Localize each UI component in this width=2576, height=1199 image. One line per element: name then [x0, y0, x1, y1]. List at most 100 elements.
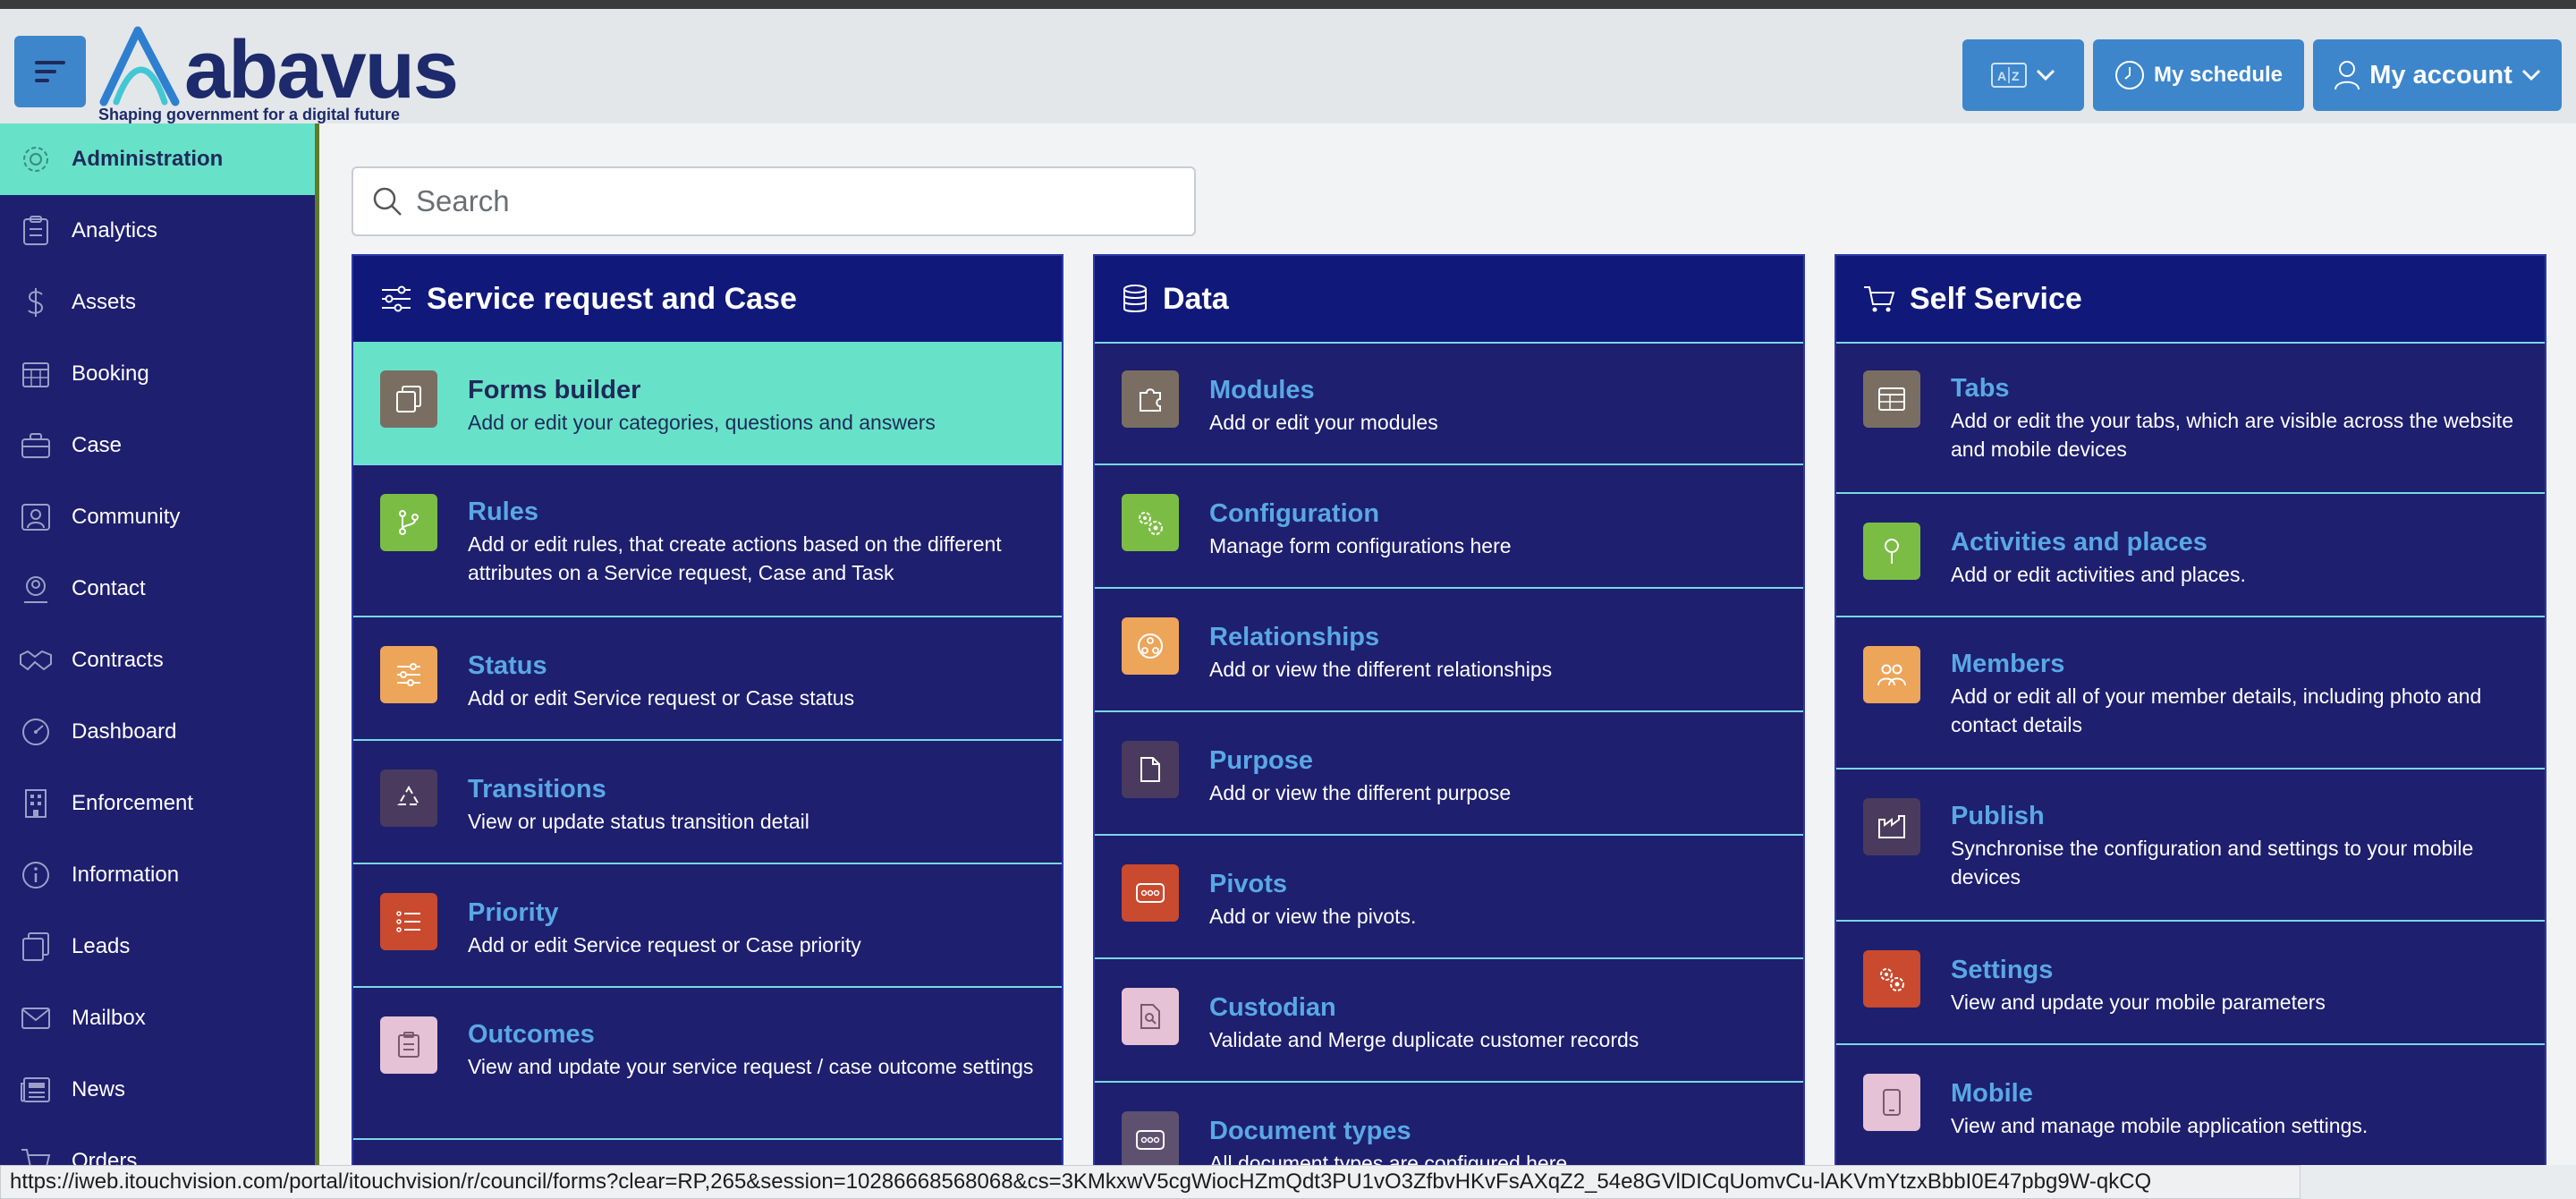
sidebar-item-leads[interactable]: Leads	[0, 911, 315, 982]
link-status-bar: https://iweb.itouchvision.com/portal/ito…	[0, 1165, 2301, 1199]
sidebar-item-contracts[interactable]: Contracts	[0, 625, 315, 696]
newspaper-icon	[18, 1072, 54, 1108]
app-header: abavus Shaping government for a digital …	[0, 9, 2576, 123]
copy-icon	[380, 370, 437, 428]
menu-card-tabs[interactable]: Tabs Add or edit the your tabs, which ar…	[1836, 342, 2545, 494]
search-icon	[371, 185, 403, 217]
menu-card-members[interactable]: Members Add or edit all of your member d…	[1836, 617, 2545, 770]
my-schedule-label: My schedule	[2153, 63, 2284, 87]
translate-icon: A Z	[1991, 63, 2027, 88]
language-button[interactable]: A Z	[1962, 39, 2084, 111]
menu-card-modules[interactable]: Modules Add or edit your modules	[1095, 342, 1803, 465]
menu-card-priority[interactable]: Priority Add or edit Service request or …	[353, 864, 1062, 988]
panel-header: Data	[1095, 256, 1803, 344]
card-description: View and update your service request / c…	[468, 1055, 1034, 1078]
my-schedule-button[interactable]: My schedule	[2093, 39, 2304, 111]
sidebar-item-mailbox[interactable]: Mailbox	[0, 982, 315, 1054]
cart-icon	[1863, 285, 1895, 313]
sidebar-item-label: Leads	[72, 934, 131, 958]
sidebar-item-information[interactable]: Information	[0, 839, 315, 911]
panel-title: Data	[1163, 281, 1229, 316]
mobile-icon	[1863, 1074, 1920, 1131]
recycle-icon	[380, 770, 437, 827]
copy-icon	[18, 929, 54, 965]
sidebar-item-contact[interactable]: Contact	[0, 553, 315, 625]
card-title: Transitions	[468, 775, 606, 804]
sidebar-item-label: Contact	[72, 576, 146, 600]
table-icon	[1863, 370, 1920, 428]
sidebar-item-case[interactable]: Case	[0, 410, 315, 481]
gear-icon	[18, 141, 54, 177]
file-icon	[1122, 741, 1179, 798]
panel-title: Service request and Case	[427, 281, 797, 316]
sidebar-item-label: Analytics	[72, 218, 158, 242]
my-account-button[interactable]: My account	[2313, 39, 2562, 111]
dots-icon	[1122, 1111, 1179, 1165]
sidebar-item-label: Case	[72, 433, 123, 457]
dashboard-icon	[18, 714, 54, 750]
menu-card-pivots[interactable]: Pivots Add or view the pivots.	[1095, 836, 1803, 959]
briefcase-icon	[18, 428, 54, 463]
card-description: Validate and Merge duplicate customer re…	[1209, 1028, 1640, 1051]
menu-card-transitions[interactable]: Transitions View or update status transi…	[353, 741, 1062, 864]
chevron-down-icon	[2036, 69, 2055, 81]
sidebar-item-assets[interactable]: Assets	[0, 267, 315, 338]
sidebar-item-label: Enforcement	[72, 791, 194, 815]
menu-card-configuration[interactable]: Configuration Manage form configurations…	[1095, 465, 1803, 589]
card-title: Custodian	[1209, 993, 1336, 1022]
card-description: Add or edit your modules	[1209, 411, 1438, 434]
sidebar-item-label: Orders	[72, 1149, 138, 1165]
menu-card-relationships[interactable]: Relationships Add or view the different …	[1095, 589, 1803, 712]
card-description: Add or view the pivots.	[1209, 905, 1417, 928]
menu-card-mobile[interactable]: Mobile View and manage mobile applicatio…	[1836, 1045, 2545, 1165]
card-description: Add or edit activities and places.	[1951, 563, 2246, 586]
menu-card-settings[interactable]: Settings View and update your mobile par…	[1836, 922, 2545, 1045]
menu-toggle-button[interactable]	[14, 36, 86, 107]
card-title: Activities and places	[1951, 528, 2207, 557]
card-description: Add or edit Service request or Case prio…	[468, 933, 861, 957]
sidebar-item-analytics[interactable]: Analytics	[0, 195, 315, 267]
sidebar-item-label: Community	[72, 505, 181, 529]
menu-card-status[interactable]: Status Add or edit Service request or Ca…	[353, 617, 1062, 741]
sidebar-item-enforcement[interactable]: Enforcement	[0, 768, 315, 839]
sidebar-nav: Administration Analytics Assets Booking …	[0, 123, 315, 1165]
card-description: Add or edit your categories, questions a…	[468, 411, 936, 434]
sidebar-item-label: Dashboard	[72, 719, 177, 744]
menu-card-outcomes[interactable]: Outcomes View and update your service re…	[353, 988, 1062, 1140]
card-title: Priority	[468, 898, 559, 927]
search-input[interactable]	[414, 183, 1169, 219]
card-title: Tabs	[1951, 374, 2010, 403]
card-title: Purpose	[1209, 746, 1314, 775]
menu-icon	[35, 61, 65, 82]
sidebar-item-community[interactable]: Community	[0, 481, 315, 553]
menu-card-document-types[interactable]: Document types All document types are co…	[1095, 1083, 1803, 1165]
main-content: Service request and Case Forms builder A…	[319, 123, 2576, 1165]
menu-card-publish[interactable]: Publish Synchronise the configuration an…	[1836, 770, 2545, 922]
sidebar-item-booking[interactable]: Booking	[0, 338, 315, 410]
database-icon	[1122, 284, 1148, 314]
clipboard-icon	[380, 1016, 437, 1074]
menu-card-custodian[interactable]: Custodian Validate and Merge duplicate c…	[1095, 959, 1803, 1083]
menu-card-activities-and-places[interactable]: Activities and places Add or edit activi…	[1836, 494, 2545, 617]
user-icon	[2334, 60, 2360, 90]
abavus-logo[interactable]: abavus Shaping government for a digital …	[97, 18, 472, 127]
svg-text:A: A	[1997, 69, 2006, 83]
clock-icon	[2114, 60, 2145, 90]
network-icon	[1122, 617, 1179, 675]
sidebar-item-administration[interactable]: Administration	[0, 123, 315, 195]
card-description: Add or edit rules, that create actions b…	[468, 532, 1002, 584]
dollar-icon	[18, 285, 54, 320]
menu-card-rules[interactable]: Rules Add or edit rules, that create act…	[353, 465, 1062, 617]
menu-card-forms-builder[interactable]: Forms builder Add or edit your categorie…	[353, 342, 1062, 465]
card-description: All document types are configured here	[1209, 1152, 1568, 1165]
card-title: Members	[1951, 650, 2065, 678]
sidebar-item-orders[interactable]: Orders	[0, 1126, 315, 1165]
handshake-icon	[18, 642, 54, 678]
dots-icon	[1122, 864, 1179, 922]
menu-card-purpose[interactable]: Purpose Add or view the different purpos…	[1095, 712, 1803, 836]
mail-icon	[18, 1000, 54, 1036]
sidebar-item-dashboard[interactable]: Dashboard	[0, 696, 315, 768]
sidebar-item-news[interactable]: News	[0, 1054, 315, 1126]
cart-icon	[18, 1144, 54, 1165]
file-search-icon	[1122, 988, 1179, 1045]
